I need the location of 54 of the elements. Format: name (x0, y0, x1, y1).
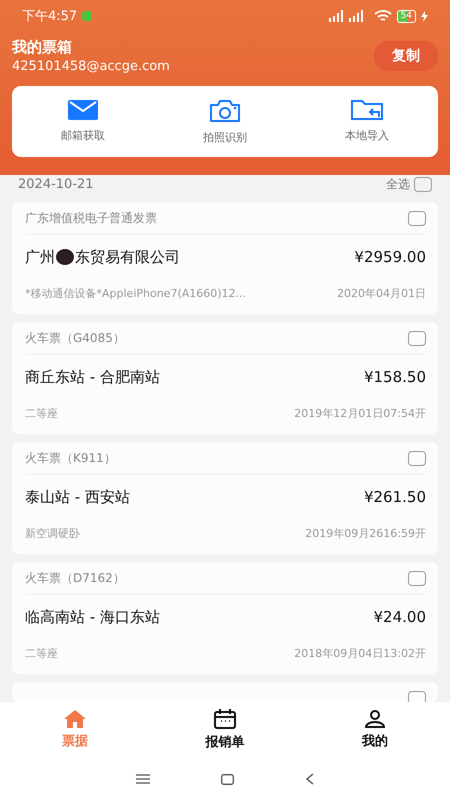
action-item[interactable]: 邮箱获取 (12, 100, 154, 145)
card-checkbox[interactable] (408, 450, 426, 466)
amount: ¥24.00 (374, 608, 426, 626)
ticket-detail: 二等座 (25, 646, 58, 660)
home-button-icon[interactable] (221, 774, 234, 784)
camera-icon (209, 100, 241, 122)
action-item[interactable]: 本地导入 (296, 100, 438, 145)
action-item[interactable]: 拍照识别 (154, 100, 296, 145)
ticket-date: 2020年04月01日 (337, 286, 426, 300)
ticket-detail: *移动通信设备*AppleiPhone7(A1660)12... (25, 286, 246, 300)
ticket-detail: 新空调硬卧 (25, 526, 80, 540)
ticket-detail: 二等座 (25, 406, 58, 420)
redaction-mark (56, 249, 74, 265)
card-checkbox[interactable] (408, 210, 426, 226)
amount: ¥158.50 (364, 368, 426, 386)
invoice-type: 火车票（G4085） (25, 330, 125, 346)
ticket-date: 2019年12月01日07:54开 (294, 406, 426, 420)
amount: ¥2959.00 (354, 248, 426, 266)
folder-icon (351, 100, 383, 120)
wifi-icon (374, 10, 392, 22)
back-icon[interactable] (306, 773, 314, 785)
charging-icon (421, 10, 428, 22)
card-checkbox[interactable] (408, 570, 426, 586)
seller-name: 广州 (25, 248, 55, 266)
invoice-type: 火车票（K911） (25, 450, 116, 466)
person-icon (365, 710, 385, 728)
app-icon (82, 11, 92, 21)
route-text: 泰山站 - 西安站 (25, 488, 130, 506)
calendar-icon (214, 709, 236, 729)
ticket-date: 2019年09月2616:59开 (305, 526, 426, 540)
home-icon (64, 710, 86, 728)
menu-icon[interactable] (136, 774, 150, 784)
invoice-card[interactable]: 火车票（K911） 泰山站 - 西安站 ¥261.50 新空调硬卧 2019年09月2616:59开 (12, 442, 438, 554)
envelope-icon (68, 100, 98, 120)
copy-button[interactable]: 复制 (374, 41, 438, 71)
email-address: 425101458@accge.com (12, 59, 171, 74)
ticket-date: 2018年09月04日13:02开 (294, 646, 426, 660)
select-all-checkbox[interactable] (414, 177, 432, 192)
invoice-card[interactable]: 火车票（G4085） 商丘东站 - 合肥南站 ¥158.50 二等座 2019年12月01日07:54开 (12, 322, 438, 434)
status-time: 下午4:57 (22, 8, 78, 25)
select-all-label[interactable]: 全选 (386, 176, 410, 193)
invoice-type: 火车票（D7162） (25, 570, 125, 586)
invoice-card[interactable]: 火车票（D7162） 临高南站 - 海口东站 ¥24.00 二等座 2018年09月04日13:02开 (12, 562, 438, 674)
date-label: 2024-10-21 (18, 177, 94, 192)
route-text: 商丘东站 - 合肥南站 (25, 368, 160, 386)
amount: ¥261.50 (364, 488, 426, 506)
seller-name: 东贸易有限公司 (75, 248, 180, 266)
invoice-type: 广东增值税电子普通发票 (25, 210, 157, 226)
route-text: 临高南站 - 海口东站 (25, 608, 160, 626)
card-checkbox[interactable] (408, 330, 426, 346)
invoice-card[interactable]: 广东增值税电子普通发票 广州 东贸易有限公司 ¥2959.00 *移动通信设备*AppleiPhone7(A1660)12... 2020年04月01日 (12, 202, 438, 314)
tab[interactable]: 我的 (300, 702, 450, 758)
tab[interactable]: 报销单 (150, 702, 300, 758)
page-title: 我的票箱 (12, 38, 73, 57)
